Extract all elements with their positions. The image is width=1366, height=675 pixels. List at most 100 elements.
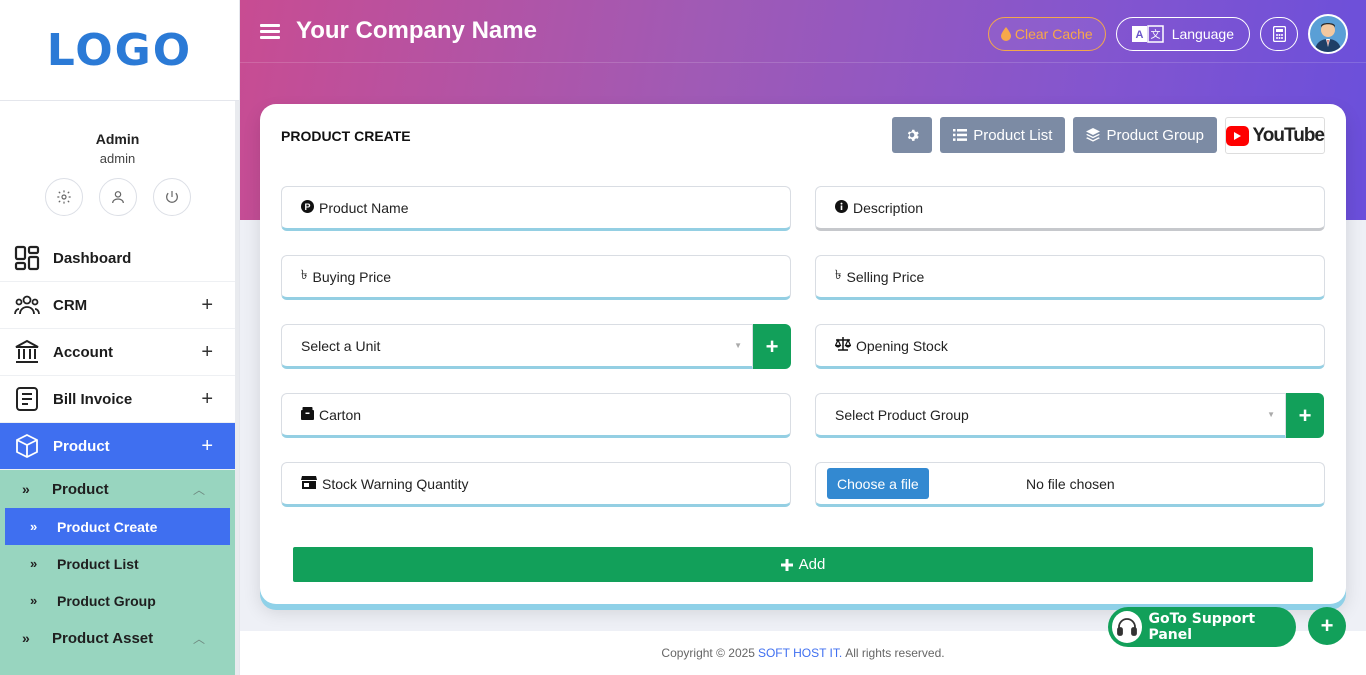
plus-icon xyxy=(780,558,793,571)
submenu-item-product-list[interactable]: » Product List xyxy=(0,545,235,582)
company-name: Your Company Name xyxy=(296,17,537,44)
product-group-select-value: Select Product Group xyxy=(835,406,969,423)
profile-button[interactable] xyxy=(98,178,137,216)
plus-icon: + xyxy=(1320,613,1334,638)
add-product-button[interactable]: Add xyxy=(293,547,1313,582)
brand-link[interactable]: SOFT HOST IT. xyxy=(758,646,842,660)
user-name: Admin xyxy=(95,131,140,147)
chevron-right-icon: » xyxy=(22,481,30,497)
card-title: PRODUCT CREATE xyxy=(281,128,411,144)
clear-cache-button[interactable]: Clear Cache xyxy=(987,17,1106,51)
submenu-group-product-asset[interactable]: » Product Asset ︿ xyxy=(0,619,235,657)
scale-icon xyxy=(834,337,852,354)
nav-item-crm[interactable]: CRM + xyxy=(0,282,235,329)
language-button[interactable]: A文 Language xyxy=(1115,17,1250,51)
opening-stock-placeholder: Opening Stock xyxy=(856,337,948,354)
product-group-button[interactable]: Product Group xyxy=(1073,117,1217,153)
product-name-field[interactable]: P Product Name xyxy=(281,186,791,231)
card-settings-button[interactable] xyxy=(892,117,933,153)
description-placeholder: Description xyxy=(853,199,924,216)
avatar[interactable] xyxy=(1308,14,1348,54)
user-role: admin xyxy=(99,151,136,166)
layers-icon xyxy=(1086,128,1101,142)
logout-button[interactable] xyxy=(152,178,191,216)
chevron-right-icon: » xyxy=(30,593,38,608)
taka-icon: ৳ xyxy=(301,267,308,282)
translate-icon: A文 xyxy=(1131,25,1164,43)
choose-file-button[interactable]: Choose a file xyxy=(827,468,929,499)
info-icon xyxy=(835,199,848,216)
box-icon xyxy=(13,432,41,460)
svg-text:A: A xyxy=(1135,29,1143,41)
product-p-icon: P xyxy=(301,199,314,216)
dropdown-caret-icon: ▼ xyxy=(1267,410,1275,419)
submenu-group-label: Product xyxy=(52,480,109,498)
expand-icon[interactable]: + xyxy=(201,388,213,411)
dropdown-caret-icon: ▼ xyxy=(734,341,742,350)
nav-label: Product xyxy=(53,437,110,455)
chevron-right-icon: » xyxy=(22,630,30,646)
invoice-icon xyxy=(13,385,41,413)
expand-icon[interactable]: + xyxy=(201,294,213,317)
gear-icon xyxy=(908,129,919,141)
expand-icon[interactable]: + xyxy=(201,341,213,364)
store-icon xyxy=(301,475,317,492)
user-avatar-icon xyxy=(1315,23,1341,52)
nav-item-account[interactable]: Account + xyxy=(0,329,235,376)
nav-item-dashboard[interactable]: Dashboard xyxy=(0,235,235,282)
unit-select[interactable]: Select a Unit ▼ xyxy=(281,324,753,369)
submenu-group-product[interactable]: » Product ︿ xyxy=(0,470,235,508)
add-unit-button[interactable]: + xyxy=(753,324,791,369)
language-label: Language xyxy=(1171,26,1234,42)
carton-field[interactable]: Carton xyxy=(281,393,791,438)
add-product-group-button[interactable]: + xyxy=(1286,393,1324,438)
user-icon xyxy=(111,191,124,204)
selling-price-field[interactable]: ৳ Selling Price xyxy=(815,255,1325,300)
submenu-group-label: Product Asset xyxy=(52,629,154,647)
submenu-item-product-create[interactable]: » Product Create xyxy=(5,508,230,545)
stock-warning-field[interactable]: Stock Warning Quantity xyxy=(281,462,791,507)
sidebar: LOGO Admin admin Dashboard CRM + Account… xyxy=(0,0,240,675)
product-list-label: Product List xyxy=(973,126,1053,144)
nav-label: Bill Invoice xyxy=(53,390,133,408)
svg-text:P: P xyxy=(304,202,310,212)
selling-price-placeholder: Selling Price xyxy=(846,268,925,285)
expand-icon[interactable]: + xyxy=(201,435,213,458)
calculator-button[interactable] xyxy=(1260,17,1298,51)
list-icon xyxy=(953,129,968,141)
opening-stock-field[interactable]: Opening Stock xyxy=(815,324,1325,369)
dashboard-icon xyxy=(13,244,41,272)
submenu-item-label: Product Create xyxy=(57,518,158,535)
chevron-right-icon: » xyxy=(30,556,38,571)
box-icon xyxy=(301,406,314,423)
logo[interactable]: LOGO xyxy=(0,0,239,101)
unit-select-value: Select a Unit xyxy=(301,337,381,354)
product-list-button[interactable]: Product List xyxy=(940,117,1066,153)
nav-label: Account xyxy=(53,343,113,361)
hamburger-menu-icon[interactable] xyxy=(260,21,280,42)
svg-text:文: 文 xyxy=(1150,28,1160,41)
support-label: GoTo Support Panel xyxy=(1148,611,1256,643)
chevron-up-icon: ︿ xyxy=(192,631,205,646)
buying-price-field[interactable]: ৳ Buying Price xyxy=(281,255,791,300)
copyright-prefix: Copyright © 2025 xyxy=(661,646,755,660)
submenu-item-label: Product Group xyxy=(57,592,156,609)
nav-label: Dashboard xyxy=(53,249,132,267)
add-label: Add xyxy=(798,556,826,573)
product-group-select[interactable]: Select Product Group ▼ xyxy=(815,393,1286,438)
nav-item-bill-invoice[interactable]: Bill Invoice + xyxy=(0,376,235,423)
file-upload-field[interactable]: Choose a file No file chosen xyxy=(815,462,1325,507)
support-panel-button[interactable]: GoTo Support Panel xyxy=(1108,607,1296,647)
carton-placeholder: Carton xyxy=(319,406,362,423)
nav-item-product[interactable]: Product + xyxy=(0,423,235,470)
stock-warning-placeholder: Stock Warning Quantity xyxy=(322,475,469,492)
quick-add-button[interactable]: + xyxy=(1308,607,1346,645)
droplet-icon xyxy=(1000,27,1011,41)
bank-icon xyxy=(13,338,41,366)
settings-button[interactable] xyxy=(44,178,83,216)
youtube-button[interactable]: YouTube xyxy=(1225,117,1325,154)
description-field[interactable]: Description xyxy=(815,186,1325,231)
submenu-item-product-group[interactable]: » Product Group xyxy=(0,582,235,619)
taka-icon: ৳ xyxy=(835,267,842,282)
product-name-placeholder: Product Name xyxy=(319,199,409,216)
